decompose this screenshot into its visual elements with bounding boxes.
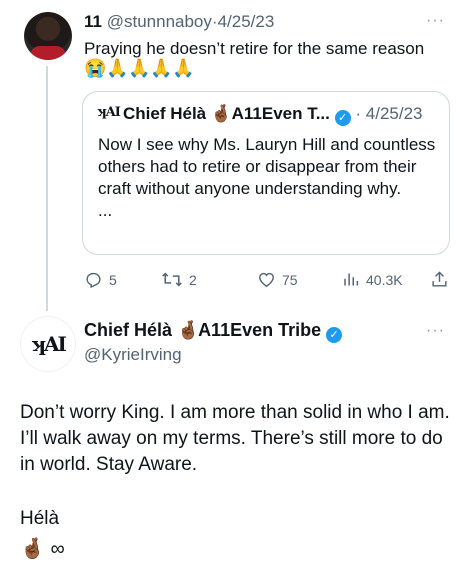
heart-icon <box>259 272 274 288</box>
quote-name[interactable]: Chief Hélà <box>123 104 206 123</box>
views-icon <box>344 273 359 286</box>
quote-name-suffix[interactable]: A11Even T... <box>232 104 330 123</box>
views-button[interactable]: 40.3K <box>342 270 403 289</box>
crying-emoji: 😭 <box>84 58 107 78</box>
main-more-icon[interactable]: ··· <box>426 322 445 340</box>
like-count: 75 <box>282 271 298 288</box>
share-button[interactable] <box>430 270 449 289</box>
like-button[interactable]: 75 <box>257 270 298 289</box>
share-icon <box>432 271 447 287</box>
views-count: 40.3K <box>366 271 403 288</box>
quote-body: Now I see why Ms. Lauryn Hill and countl… <box>98 135 436 198</box>
praying-hands-emoji: 🙏 <box>106 58 129 78</box>
praying-hands-emoji: 🙏 <box>172 58 195 78</box>
crossed-fingers-emoji: 🤞🏾 <box>20 538 45 560</box>
main-body: Don’t worry King. I am more than solid i… <box>20 402 450 475</box>
retweet-icon <box>162 272 182 287</box>
reply-handle[interactable]: @stunnnaboy <box>107 12 212 31</box>
quote-text: Now I see why Ms. Lauryn Hill and countl… <box>98 134 438 222</box>
crossed-fingers-emoji: 🤞🏾 <box>177 320 200 340</box>
verified-badge-icon: ✓ <box>326 327 343 343</box>
quote-avatar-logo[interactable]: ʞAI <box>97 105 121 120</box>
quote-date[interactable]: 4/25/23 <box>366 104 423 123</box>
avatar-shirt <box>30 46 66 60</box>
reply-text: Praying he doesn’t retire for the same r… <box>84 39 425 58</box>
main-handle[interactable]: @KyrieIrving <box>84 345 182 365</box>
main-signoff: 🤞🏾 ∞ <box>20 536 65 561</box>
reply-display-name[interactable]: 11 <box>84 12 102 31</box>
main-name[interactable]: Chief Hélà <box>84 320 172 340</box>
quote-ellipsis: ... <box>98 201 113 220</box>
main-signature: Hélà <box>20 508 60 529</box>
main-name-suffix[interactable]: A11Even Tribe <box>198 320 321 340</box>
retweet-button[interactable]: 2 <box>161 270 197 289</box>
reply-more-icon[interactable]: ··· <box>426 12 445 30</box>
main-avatar[interactable]: ʞAI <box>20 316 76 372</box>
praying-hands-emoji: 🙏 <box>128 58 151 78</box>
quoted-tweet[interactable]: ʞAI Chief Hélà 🤞🏾 A11Even T... ✓ · 4/25/… <box>82 91 450 255</box>
crossed-fingers-emoji: 🤞🏾 <box>210 104 233 123</box>
praying-hands-emoji: 🙏 <box>150 58 173 78</box>
infinity-symbol: ∞ <box>50 538 65 560</box>
thread-line <box>46 66 48 311</box>
quote-separator: · <box>355 104 362 123</box>
reply-header: 11 @stunnnaboy·4/25/23 <box>84 12 274 32</box>
reply-avatar[interactable] <box>24 12 72 60</box>
reply-button[interactable]: 5 <box>84 270 117 289</box>
main-name-row: Chief Hélà 🤞🏾 A11Even Tribe ✓ <box>84 320 343 343</box>
quote-header: Chief Hélà 🤞🏾 A11Even T... ✓ · 4/25/23 <box>123 104 423 126</box>
verified-badge-icon: ✓ <box>334 110 351 126</box>
retweet-count: 2 <box>189 271 197 288</box>
reply-count: 5 <box>109 271 117 288</box>
reply-icon <box>86 272 101 289</box>
reply-date[interactable]: 4/25/23 <box>218 12 275 31</box>
reply-emojis: 😭🙏🙏🙏🙏 <box>84 58 194 79</box>
